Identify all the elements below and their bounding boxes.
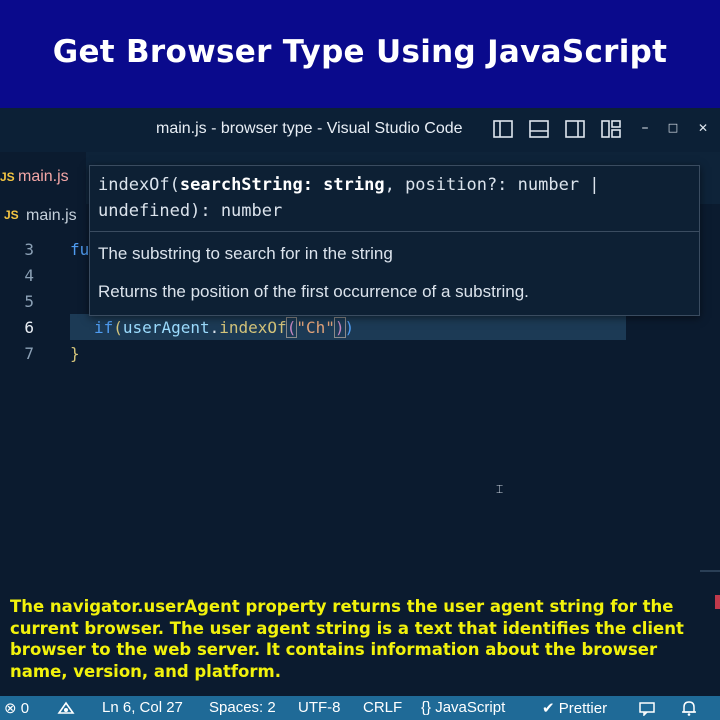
line-number: 5 [24,292,34,311]
line-number: 4 [24,266,34,285]
identifier: userAgent [122,318,210,337]
encoding[interactable]: UTF-8 [298,699,341,716]
minimize-button[interactable]: – [636,119,654,137]
paren: ( [285,317,298,338]
code-line-6: if(userAgent.indexOf("Ch")) [94,317,355,338]
remote-debug-icon[interactable] [56,700,76,716]
code-line-3: fu [70,240,90,259]
javascript-file-icon: JS [0,170,15,184]
feedback-icon[interactable] [638,700,658,716]
language-mode[interactable]: {} JavaScript [421,699,505,716]
breadcrumb-file[interactable]: main.js [26,207,77,225]
language-label: JavaScript [435,699,506,716]
paren: ) [344,318,355,337]
scrollbar-error-marker [715,595,720,609]
divider [90,231,699,232]
error-count: 0 [20,700,30,717]
dot: . [209,318,220,337]
sig-prefix: indexOf( [98,175,180,195]
banner-title: Get Browser Type Using JavaScript [52,34,668,70]
sig-active-param: searchString: string [179,175,385,195]
minimap-slider[interactable] [700,570,720,572]
toggle-primary-sidebar-icon[interactable] [492,118,514,140]
end-of-line[interactable]: CRLF [363,699,402,716]
error-icon: ⊗ [4,700,17,717]
formatter-label: Prettier [558,700,608,717]
line-number: 7 [24,344,34,363]
hover-tooltip: indexOf(searchString: string, position?:… [89,165,700,316]
string-literal: "Ch" [296,318,335,337]
status-bar: ⊗ 0 Ln 6, Col 27 Spaces: 2 UTF-8 CRLF {}… [0,696,720,720]
braces-icon: {} [421,699,432,716]
window-titlebar: main.js - browser type - Visual Studio C… [0,108,720,152]
line-number: 6 [24,318,34,337]
tab-main-js[interactable]: JS main.js [0,152,86,204]
title-banner: Get Browser Type Using JavaScript [0,0,720,108]
maximize-button[interactable]: □ [664,119,682,137]
tab-label: main.js [18,168,69,185]
keyword: if [94,318,114,337]
javascript-file-icon: JS [4,208,19,222]
caption-text: The navigator.userAgent property returns… [10,597,684,681]
method-name: indexOf [219,318,287,337]
paren: ) [333,317,346,338]
toggle-panel-icon[interactable] [528,118,550,140]
text-cursor-icon: ⌶ [496,482,504,496]
cursor-position[interactable]: Ln 6, Col 27 [102,699,183,716]
customize-layout-icon[interactable] [600,118,622,140]
paren: ( [113,318,123,337]
method-signature: indexOf(searchString: string, position?:… [98,172,688,224]
problems-indicator[interactable]: ⊗ 0 [4,699,29,717]
close-button[interactable]: ✕ [694,119,712,137]
checkmark-icon: ✔ [542,700,555,717]
window-title: main.js - browser type - Visual Studio C… [156,120,463,137]
code-line-7: } [70,344,80,363]
toggle-secondary-sidebar-icon[interactable] [564,118,586,140]
indentation[interactable]: Spaces: 2 [209,699,276,716]
sig-rest: , position?: number | [384,175,600,195]
prettier-status[interactable]: ✔ Prettier [542,699,607,717]
sig-line2: undefined): number [98,201,283,221]
returns-doc: Returns the position of the first occurr… [98,282,529,301]
param-doc: The substring to search for in the strin… [98,244,393,263]
notifications-bell-icon[interactable] [680,699,698,717]
line-number: 3 [24,240,34,259]
